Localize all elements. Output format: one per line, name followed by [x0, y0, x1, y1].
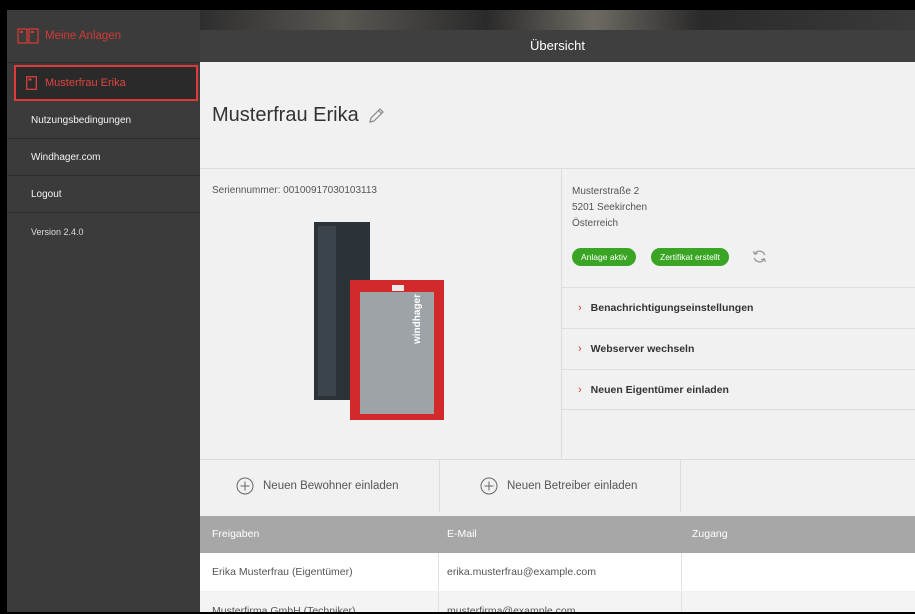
sidebar-item-logout[interactable]: Logout	[7, 176, 200, 213]
page-title: Musterfrau Erika	[212, 104, 385, 127]
chevron-right-icon: ›	[578, 342, 582, 355]
divider	[439, 460, 440, 512]
version-label: Version 2.4.0	[31, 227, 84, 237]
table-cell-email: musterfirma@example.com	[447, 605, 576, 612]
boiler-image	[314, 222, 444, 420]
table-cell-freigabe: Erika Musterfrau (Eigentümer)	[212, 566, 353, 578]
address-country: Österreich	[572, 218, 619, 229]
action-webserver-wechseln[interactable]: › Webserver wechseln	[562, 328, 915, 368]
app-frame: Meine Anlagen Musterfrau Erika Nutzungsb…	[7, 10, 915, 612]
divider	[200, 168, 915, 169]
invite-label: Neuen Bewohner einladen	[263, 480, 399, 492]
devices-icon	[17, 28, 39, 44]
sidebar-item-windhager[interactable]: Windhager.com	[7, 139, 200, 176]
table-row[interactable]: Erika Musterfrau (Eigentümer) erika.must…	[200, 553, 915, 591]
boiler-brand-text: windhager	[412, 293, 423, 344]
sidebar-item-label: Musterfrau Erika	[45, 77, 126, 89]
column-header-email: E-Mail	[447, 528, 477, 540]
sidebar: Meine Anlagen Musterfrau Erika Nutzungsb…	[7, 10, 200, 612]
sidebar-item-label: Logout	[31, 188, 62, 200]
divider	[681, 592, 682, 612]
pencil-icon[interactable]	[367, 107, 385, 125]
header: Übersicht	[200, 10, 915, 62]
sidebar-item-label: Nutzungsbedingungen	[31, 114, 132, 126]
page-header-title: Übersicht	[200, 30, 915, 62]
action-label: Benachrichtigungseinstellungen	[590, 301, 754, 314]
invite-bewohner-button[interactable]: Neuen Bewohner einladen	[236, 460, 399, 512]
column-header-zugang: Zugang	[692, 528, 728, 540]
status-badge-zertifikat: Zertifikat erstellt	[651, 248, 729, 266]
sidebar-item-musterfrau-erika[interactable]: Musterfrau Erika	[14, 65, 198, 101]
chevron-right-icon: ›	[578, 383, 582, 396]
sidebar-item-meine-anlagen[interactable]: Meine Anlagen	[7, 10, 200, 63]
sidebar-item-nutzungsbedingungen[interactable]: Nutzungsbedingungen	[7, 102, 200, 139]
invite-row: Neuen Bewohner einladen Neuen Betreiber …	[200, 459, 915, 512]
divider	[681, 553, 682, 591]
table-cell-email: erika.musterfrau@example.com	[447, 566, 596, 578]
plus-circle-icon	[480, 477, 498, 495]
address-city: 5201 Seekirchen	[572, 202, 648, 213]
address: Musterstraße 2 5201 Seekirchen Österreic…	[572, 184, 647, 232]
divider	[562, 409, 915, 410]
address-street: Musterstraße 2	[572, 186, 640, 197]
table-header: Freigaben E-Mail Zugang	[200, 516, 915, 553]
serial-number: Seriennummer: 00100917030103113	[212, 185, 377, 196]
invite-betreiber-button[interactable]: Neuen Betreiber einladen	[480, 460, 637, 512]
action-benachrichtigungseinstellungen[interactable]: › Benachrichtigungseinstellungen	[562, 287, 915, 327]
divider	[438, 553, 439, 591]
plus-circle-icon	[236, 477, 254, 495]
table-row[interactable]: Musterfirma GmbH (Techniker) musterfirma…	[200, 592, 915, 612]
table-cell-freigabe: Musterfirma GmbH (Techniker)	[212, 605, 356, 612]
column-header-freigaben: Freigaben	[212, 528, 260, 540]
header-background-image	[200, 10, 915, 30]
action-label: Webserver wechseln	[590, 342, 695, 355]
refresh-icon[interactable]	[752, 249, 767, 264]
invite-label: Neuen Betreiber einladen	[507, 480, 638, 492]
chevron-right-icon: ›	[578, 301, 582, 314]
page-title-text: Musterfrau Erika	[212, 104, 359, 126]
sidebar-item-label: Meine Anlagen	[45, 30, 122, 42]
divider	[680, 460, 681, 512]
main-content: Musterfrau Erika Seriennummer: 001009170…	[200, 62, 915, 612]
status-badge-aktiv: Anlage aktiv	[572, 248, 637, 266]
divider	[438, 592, 439, 612]
device-icon	[26, 76, 37, 90]
action-label: Neuen Eigentümer einladen	[590, 383, 729, 396]
sidebar-item-label: Windhager.com	[31, 151, 101, 163]
action-eigentuemer-einladen[interactable]: › Neuen Eigentümer einladen	[562, 369, 915, 409]
